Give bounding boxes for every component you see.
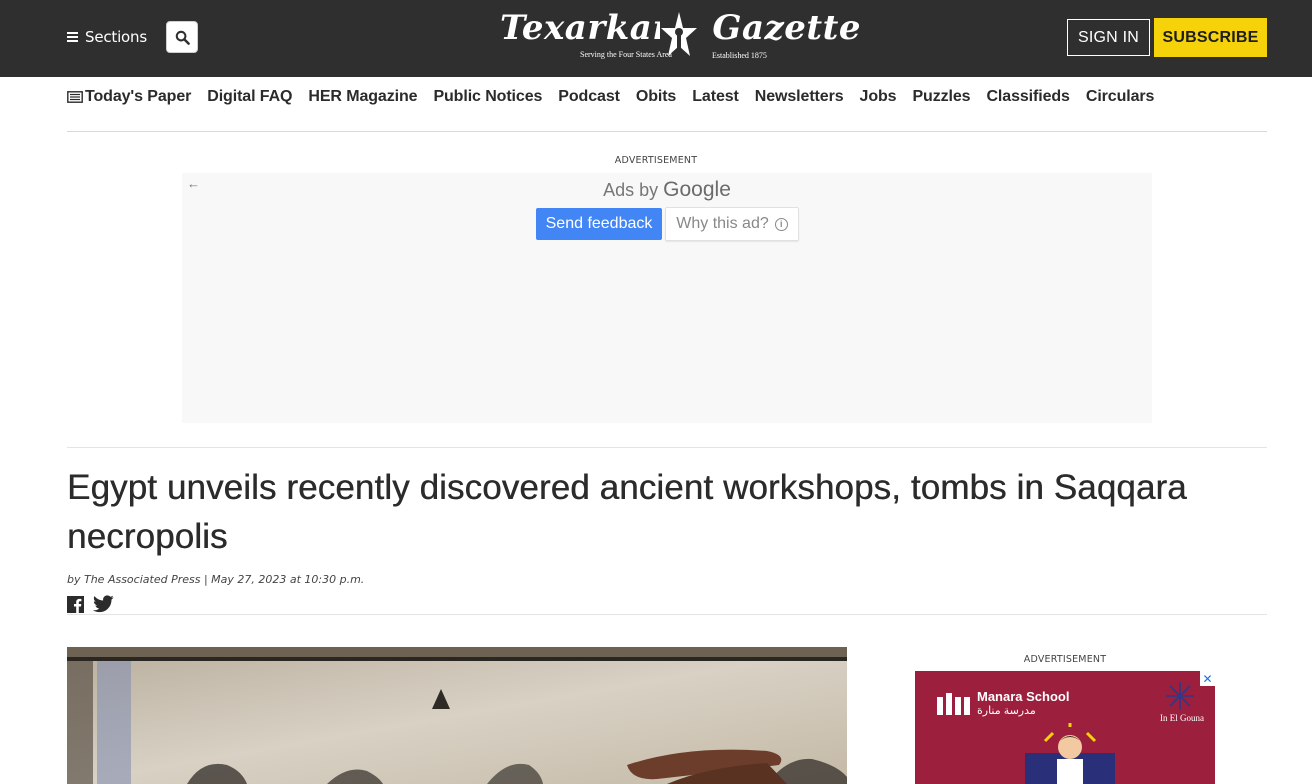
sections-label: Sections	[85, 28, 147, 46]
nav-item-circulars[interactable]: Circulars	[1086, 88, 1155, 106]
tomb-wall-painting-photo	[67, 647, 847, 784]
nav-item-puzzles[interactable]: Puzzles	[912, 88, 970, 106]
sidebar-ad-slot[interactable]: Manara School مدرسة منارة In El Gouna ✕	[915, 671, 1215, 784]
nav-item-newsletters[interactable]: Newsletters	[755, 88, 844, 106]
top-ad-slot: ← Ads by Google Send feedback Why this a…	[182, 173, 1152, 423]
ad-location: In El Gouna	[1160, 713, 1204, 723]
section-divider	[67, 614, 1267, 615]
section-nav: Today's Paper Digital FAQ HER Magazine P…	[67, 85, 1154, 109]
nav-item-podcast[interactable]: Podcast	[558, 88, 620, 106]
advertisement-label: ADVERTISEMENT	[1023, 654, 1107, 665]
why-this-ad-label: Why this ad?	[676, 215, 769, 232]
ad-school-name-arabic: مدرسة منارة	[977, 705, 1036, 717]
nav-item-jobs[interactable]: Jobs	[860, 88, 897, 106]
site-logo[interactable]: Texarkana Gazette Serving the Four State…	[496, 8, 860, 64]
logo-established: Established 1875	[712, 51, 767, 60]
google-wordmark: Google	[663, 178, 731, 201]
twitter-icon[interactable]	[93, 595, 114, 613]
article-byline: by The Associated Press | May 27, 2023 a…	[67, 573, 365, 586]
advertisement-label: ADVERTISEMENT	[614, 155, 698, 166]
manara-school-logo-icon	[937, 693, 970, 715]
ads-by-text: Ads by	[603, 180, 659, 200]
ad-close-icon[interactable]: ✕	[1200, 671, 1215, 686]
nav-item-todays-paper[interactable]: Today's Paper	[67, 88, 191, 106]
article-headline: Egypt unveils recently discovered ancien…	[67, 468, 1187, 556]
subscribe-button[interactable]: SUBSCRIBE	[1154, 18, 1267, 57]
logo-tagline: Serving the Four States Area	[580, 50, 672, 59]
newspaper-icon	[67, 91, 83, 103]
section-divider	[67, 447, 1267, 448]
sign-in-button[interactable]: SIGN IN	[1067, 19, 1150, 56]
nav-divider	[67, 131, 1267, 132]
nav-item-obits[interactable]: Obits	[636, 88, 677, 106]
ad-school-name: Manara School	[977, 689, 1070, 704]
nav-item-latest[interactable]: Latest	[692, 88, 739, 106]
nav-item-her-magazine[interactable]: HER Magazine	[308, 88, 417, 106]
article-lead-photo[interactable]	[67, 647, 847, 784]
hamburger-icon	[67, 32, 78, 42]
nav-item-classifieds[interactable]: Classifieds	[986, 88, 1069, 106]
facebook-icon[interactable]	[67, 595, 84, 613]
nav-item-digital-faq[interactable]: Digital FAQ	[207, 88, 292, 106]
nav-item-label: Today's Paper	[85, 88, 192, 105]
nav-item-public-notices[interactable]: Public Notices	[433, 88, 542, 106]
star-icon	[1166, 682, 1194, 710]
share-buttons	[67, 595, 114, 613]
search-icon	[175, 30, 190, 45]
sections-menu-button[interactable]: Sections	[67, 26, 147, 48]
student-illustration	[1025, 723, 1115, 784]
info-icon: i	[774, 217, 788, 231]
why-this-ad-button[interactable]: Why this ad? i	[665, 207, 799, 241]
search-button[interactable]	[166, 21, 198, 53]
send-feedback-button[interactable]: Send feedback	[536, 208, 662, 240]
ads-by-google: Ads by Google	[182, 178, 1152, 202]
site-header: Sections Texarkana Gazette Serving the F…	[0, 0, 1312, 77]
